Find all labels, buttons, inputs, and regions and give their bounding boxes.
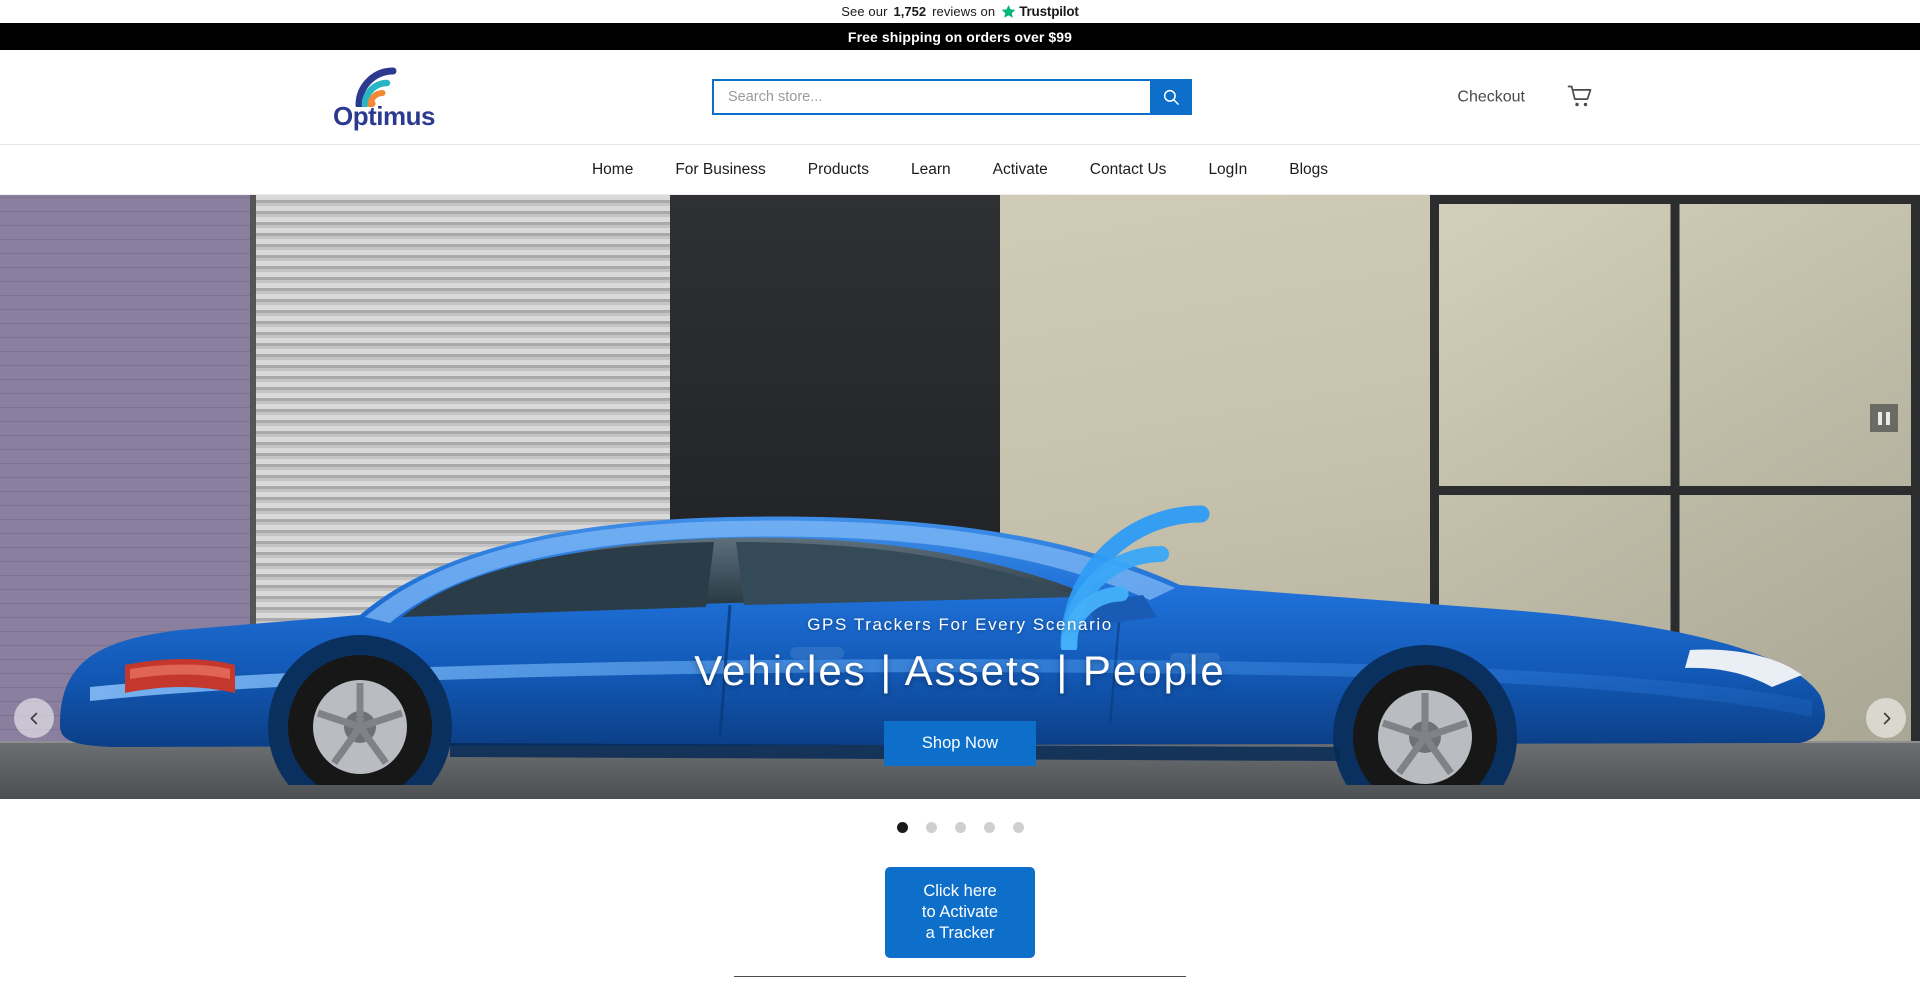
search-bar — [712, 79, 1192, 115]
nav-item-blogs[interactable]: Blogs — [1268, 161, 1349, 179]
pause-icon-bar-right — [1886, 411, 1890, 425]
search-submit-button[interactable] — [1150, 79, 1192, 115]
nav-item-learn[interactable]: Learn — [890, 161, 972, 179]
shop-now-button[interactable]: Shop Now — [883, 721, 1037, 766]
carousel-next-button[interactable] — [1866, 698, 1906, 738]
activate-tracker-button[interactable]: Click here to Activate a Tracker — [885, 866, 1035, 959]
header-actions: Checkout — [1457, 85, 1594, 110]
pause-icon-bar-left — [1878, 411, 1882, 425]
trustpilot-brand-name: Trustpilot — [1019, 4, 1079, 19]
chevron-right-icon — [1883, 712, 1890, 724]
section-divider — [734, 976, 1186, 977]
carousel-prev-button[interactable] — [14, 698, 54, 738]
nav-item-for-business[interactable]: For Business — [654, 161, 786, 179]
hero-slide-image — [0, 195, 1920, 799]
section-divider-wrap — [0, 970, 1920, 977]
carousel-dots — [0, 799, 1920, 855]
trustpilot-star-icon — [1001, 4, 1016, 18]
search-icon — [1163, 89, 1179, 105]
carousel-dot-3[interactable] — [954, 821, 966, 833]
site-header: Optimus Checkout — [0, 50, 1920, 145]
carousel-dot-1[interactable] — [896, 821, 908, 833]
activate-tracker-section: Click here to Activate a Tracker — [0, 855, 1920, 970]
customer-reviews-row: Excellent Verified Verified — [0, 977, 1920, 993]
search-input[interactable] — [712, 79, 1150, 115]
trustpilot-suffix: reviews on — [932, 4, 996, 19]
nav-item-contact-us[interactable]: Contact Us — [1069, 161, 1188, 179]
trustpilot-review-count: 1,752 — [893, 4, 927, 19]
site-logo[interactable]: Optimus — [333, 65, 435, 129]
carousel-dot-2[interactable] — [925, 821, 937, 833]
activate-line-1: Click here — [923, 881, 997, 900]
trustpilot-logo[interactable]: Trustpilot — [1001, 4, 1079, 19]
main-navigation: Home For Business Products Learn Activat… — [0, 145, 1920, 195]
optimus-wordmark: Optimus — [333, 101, 435, 131]
shopping-cart-icon — [1567, 85, 1592, 107]
nav-item-products[interactable]: Products — [787, 161, 890, 179]
carousel-pause-button[interactable] — [1870, 404, 1898, 432]
carousel-dot-5[interactable] — [1012, 821, 1024, 833]
trustpilot-prefix: See our — [841, 4, 888, 19]
nav-item-home[interactable]: Home — [571, 161, 654, 179]
nav-item-login[interactable]: LogIn — [1187, 161, 1268, 179]
free-shipping-banner: Free shipping on orders over $99 — [0, 23, 1920, 50]
activate-line-3: a Tracker — [925, 924, 995, 943]
gps-signal-waves-icon — [1060, 505, 1210, 650]
chevron-left-icon — [30, 712, 37, 724]
hero-carousel: GPS Trackers For Every Scenario Vehicles… — [0, 195, 1920, 799]
activate-line-2: to Activate — [921, 902, 999, 921]
checkout-link[interactable]: Checkout — [1457, 88, 1525, 106]
nav-item-activate[interactable]: Activate — [972, 161, 1069, 179]
free-shipping-text: Free shipping on orders over $99 — [847, 28, 1073, 45]
trustpilot-review-bar: See our 1,752 reviews on Trustpilot — [0, 0, 1920, 23]
carousel-dot-4[interactable] — [983, 821, 995, 833]
cart-button[interactable] — [1567, 85, 1594, 110]
